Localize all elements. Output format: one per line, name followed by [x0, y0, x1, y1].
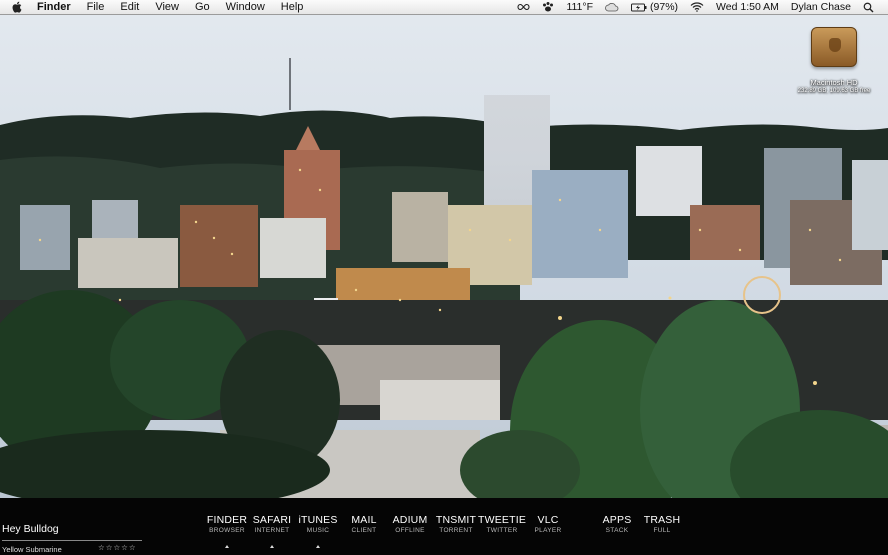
battery-percent: (97%) [650, 1, 679, 13]
dock-sublabel: MUSIC [306, 527, 330, 534]
hard-drive-icon[interactable] [811, 27, 857, 67]
dock-label: TNSMIT [435, 514, 477, 526]
dock-sublabel: TWITTER [486, 527, 518, 534]
dock-item-finder[interactable]: FINDER BROWSER [204, 515, 250, 548]
cloud-icon[interactable] [599, 0, 625, 14]
dock-item-mail[interactable]: MAIL CLIENT [346, 514, 382, 535]
dock-label: iTUNES [298, 514, 338, 526]
dock-item-adium[interactable]: ADIUM OFFLINE [390, 514, 430, 535]
dock-label: ADIUM [392, 514, 428, 526]
running-indicator-icon [270, 545, 274, 548]
battery-icon[interactable]: (97%) [625, 0, 684, 14]
now-playing-widget: Hey Bulldog Yellow Submarine ☆☆☆☆☆ [2, 523, 152, 554]
dock-sublabel: INTERNET [254, 527, 290, 534]
menu-help[interactable]: Help [273, 0, 312, 14]
menu-file[interactable]: File [79, 0, 113, 14]
dock-item-trash[interactable]: TRASH FULL [642, 514, 682, 535]
dock-label: MAIL [351, 514, 377, 526]
clock[interactable]: Wed 1:50 AM [710, 0, 785, 14]
dock-item-tweetie[interactable]: TWEETIE TWITTER [478, 514, 527, 535]
running-indicator-icon [225, 545, 229, 548]
disk-name: Macintosh HD [810, 78, 858, 87]
dock-item-apps[interactable]: APPS STACK [600, 514, 634, 535]
dock-label: FINDER [206, 514, 248, 526]
macintosh-hd-icon[interactable]: Macintosh HD 232.89 GB, 109.63 GB free [784, 27, 884, 94]
disk-info: 232.89 GB, 109.63 GB free [797, 88, 871, 94]
rating-stars[interactable]: ☆☆☆☆☆ [98, 543, 137, 552]
now-playing-divider [2, 540, 142, 541]
temperature-readout[interactable]: 111°F [560, 0, 599, 14]
apple-menu-icon[interactable] [6, 1, 28, 13]
dock-sublabel: STACK [605, 527, 629, 534]
dock-label: TWEETIE [478, 514, 527, 526]
desktop-wallpaper [0, 0, 888, 555]
menu-edit[interactable]: Edit [112, 0, 147, 14]
menu-view[interactable]: View [147, 0, 187, 14]
infinity-icon[interactable] [511, 0, 536, 14]
dock-sublabel: TORRENT [439, 527, 473, 534]
dock-label: VLC [537, 514, 559, 526]
dock-label: APPS [602, 514, 632, 526]
dock-item-itunes[interactable]: iTUNES MUSIC [297, 515, 339, 548]
user-menu[interactable]: Dylan Chase [785, 0, 857, 14]
dock-sublabel: CLIENT [351, 527, 377, 534]
dock-item-vlc[interactable]: VLC PLAYER [532, 514, 564, 535]
dock-item-safari[interactable]: SAFARI INTERNET [251, 515, 293, 548]
dock-item-transmit[interactable]: TNSMIT TORRENT [434, 514, 478, 535]
dock-sublabel: BROWSER [209, 527, 245, 534]
dock-label: TRASH [643, 514, 681, 526]
paw-icon[interactable] [536, 0, 560, 14]
spotlight-search-icon[interactable] [857, 0, 880, 14]
dock-sublabel: PLAYER [534, 527, 562, 534]
running-indicator-icon [316, 545, 320, 548]
menu-app-finder[interactable]: Finder [28, 0, 79, 14]
dock-sublabel: OFFLINE [395, 527, 425, 534]
dock-label: SAFARI [252, 514, 292, 526]
dock-sublabel: FULL [653, 527, 671, 534]
menu-bar: Finder File Edit View Go Window Help 111… [0, 0, 888, 15]
menu-window[interactable]: Window [218, 0, 273, 14]
now-playing-title: Hey Bulldog [2, 523, 59, 535]
menu-go[interactable]: Go [187, 0, 218, 14]
wifi-icon[interactable] [684, 0, 710, 14]
